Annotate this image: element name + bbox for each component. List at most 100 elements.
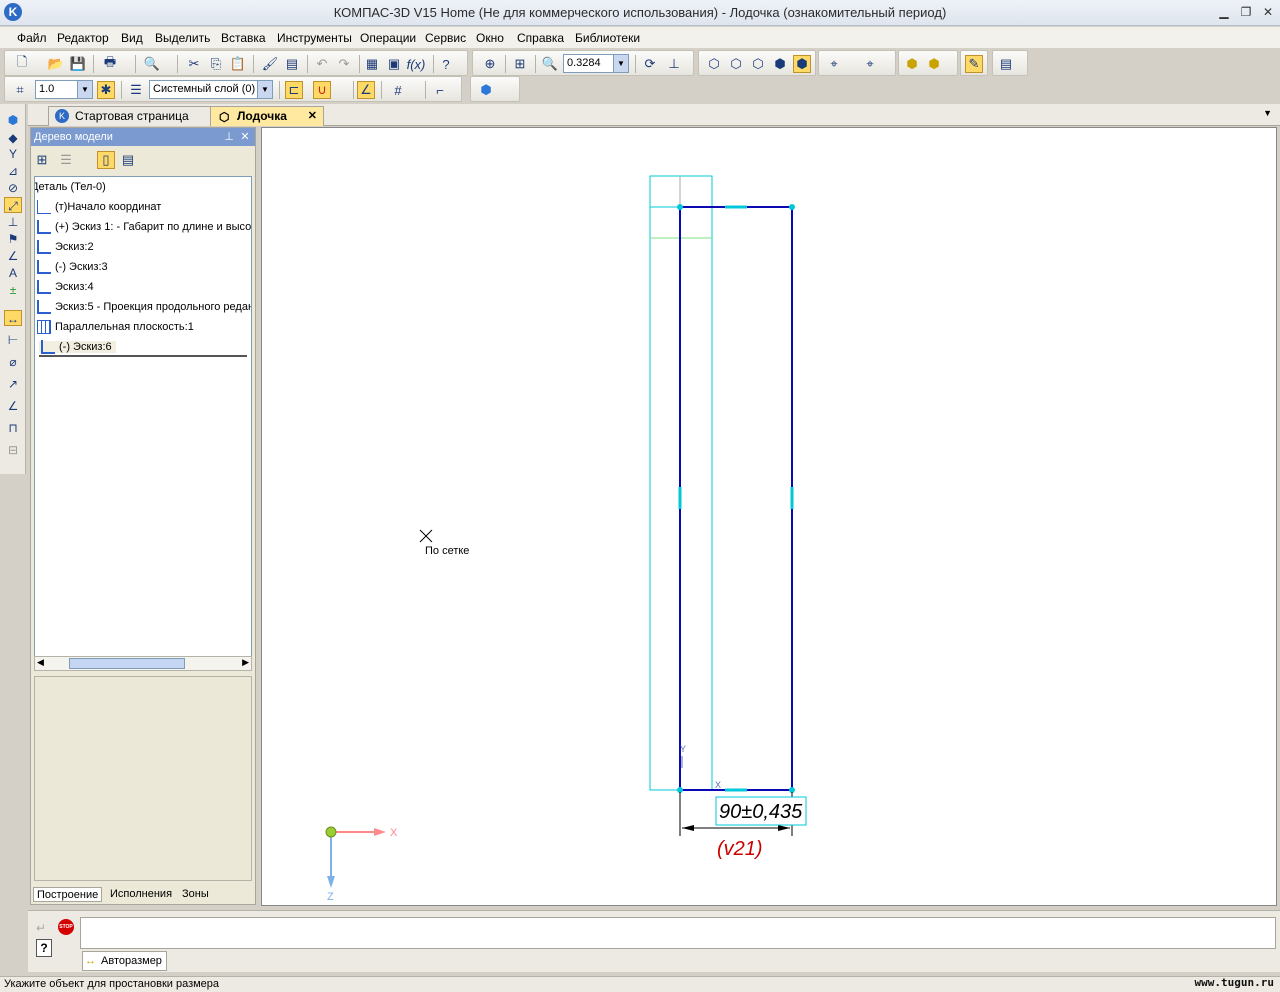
surface-ops-icon[interactable]: ◆ [4, 130, 22, 146]
vertex-point[interactable] [677, 204, 683, 210]
tree-props-icon[interactable]: ▤ [119, 151, 137, 169]
tree-item-origin[interactable]: (т)Начало координат [37, 197, 161, 217]
part-icon[interactable]: ⬢ [903, 55, 921, 73]
layers-icon[interactable]: ☰ [127, 81, 145, 99]
solid-ops-icon[interactable]: ⬢ [4, 112, 22, 128]
minimize-icon[interactable]: ▁ [1216, 5, 1232, 19]
tree-item-sketch3[interactable]: (-) Эскиз:3 [37, 257, 108, 277]
tree-mode-icon[interactable]: ▯ [97, 151, 115, 169]
library-manager-icon[interactable]: ▣ [385, 55, 403, 73]
orientation-icon[interactable]: ⊥ [665, 55, 683, 73]
assembly-icon[interactable]: ⬢ [925, 55, 943, 73]
paste-icon[interactable]: 📋 [229, 55, 247, 73]
help-pointer-icon[interactable]: ? [437, 55, 455, 73]
copy-icon[interactable]: ⎘ [207, 55, 225, 73]
highlight-icon[interactable]: ✎ [965, 55, 983, 73]
selection-icon[interactable]: A [4, 265, 22, 281]
autosize-tool-icon[interactable]: ↔ [4, 310, 22, 326]
wireframe-icon[interactable]: ⬡ [705, 55, 723, 73]
tree-structure-icon[interactable]: ⊞ [33, 151, 51, 169]
zoom-combobox[interactable]: 0.3284 ▼ [563, 54, 629, 73]
tree-item-sketch5[interactable]: Эскиз:5 - Проекция продольного реданa [37, 297, 251, 317]
manager-icon[interactable]: ▦ [363, 55, 381, 73]
scroll-right-icon[interactable]: ▶ [242, 657, 249, 668]
chain-dim-icon[interactable]: ⊟ [4, 442, 22, 458]
menu-service[interactable]: Сервис [425, 31, 466, 45]
redo-icon[interactable]: ↷ [335, 55, 353, 73]
vertex-point[interactable] [789, 204, 795, 210]
tab-construction[interactable]: Построение [33, 887, 103, 902]
sketch-mode-icon[interactable]: ⊏ [285, 81, 303, 99]
tree-item-sketch1[interactable]: (+) Эскиз 1: - Габарит по длине и высоте [37, 217, 251, 237]
preview-icon[interactable]: 🔍 [143, 55, 161, 73]
tree-item-part[interactable]: Деталь (Тел-0) [35, 177, 106, 197]
tab-start-page[interactable]: K Стартовая страница [48, 106, 224, 126]
new-document-icon[interactable]: 🗋 [13, 54, 31, 73]
print-icon[interactable]: 🖶 [101, 54, 119, 73]
tree-item-sketch4[interactable]: Эскиз:4 [37, 277, 94, 297]
properties-icon[interactable]: ▤ [283, 55, 301, 73]
tab-variants[interactable]: Исполнения [107, 887, 175, 902]
enter-icon[interactable]: ↵ [36, 921, 46, 935]
scroll-left-icon[interactable]: ◀ [37, 657, 44, 668]
menu-view[interactable]: Вид [121, 31, 143, 45]
tree-item-sketch6[interactable]: (-) Эскиз:6 [39, 337, 247, 357]
drawing-canvas[interactable]: Y X 90±0,435 (v21) По сетке X Z [261, 127, 1277, 906]
sketch-rectangle[interactable] [679, 206, 793, 791]
hidden-lines-icon[interactable]: ⬡ [727, 55, 745, 73]
layer-combobox[interactable]: Системный слой (0) ▼ [149, 80, 273, 99]
halftone-edges-icon[interactable]: ⬢ [793, 55, 811, 73]
zoom-fit-icon[interactable]: ⊞ [511, 55, 529, 73]
edit-icon[interactable]: ⊥ [4, 214, 22, 230]
chevron-down-icon[interactable]: ▼ [613, 55, 628, 72]
tree-view-icon[interactable]: ☰ [57, 151, 75, 169]
zoom-window-icon[interactable]: ⊕ [481, 55, 499, 73]
zoom-scale-icon[interactable]: 🔍 [541, 55, 559, 73]
ortho-icon[interactable]: ∠ [357, 81, 375, 99]
tab-zones[interactable]: Зоны [179, 887, 212, 902]
angle-dim-icon[interactable]: ∠ [4, 398, 22, 414]
snap-icon[interactable]: ✱ [97, 81, 115, 99]
menu-help[interactable]: Справка [517, 31, 564, 45]
parametrization-icon[interactable]: ⚑ [4, 231, 22, 247]
chevron-down-icon[interactable]: ▼ [77, 81, 92, 98]
radial-dim-icon[interactable]: ↗ [4, 376, 22, 392]
magnet-icon[interactable]: ∪ [313, 81, 331, 99]
menu-tools[interactable]: Инструменты [277, 31, 352, 45]
step-combobox[interactable]: 1.0 ▼ [35, 80, 93, 99]
rotate-icon[interactable]: ⟳ [641, 55, 659, 73]
step-icon[interactable]: ⌗ [11, 81, 29, 99]
array-icon[interactable]: Y [4, 146, 22, 162]
chevron-down-icon[interactable]: ▼ [257, 81, 272, 98]
filter-icon[interactable]: ⌖ [861, 55, 879, 73]
parameters-field[interactable] [80, 917, 1276, 949]
variables-icon[interactable]: f(x) [407, 55, 426, 73]
tree-item-sketch2[interactable]: Эскиз:2 [37, 237, 94, 257]
extrude-icon[interactable]: ⬢ [477, 81, 495, 99]
cut-icon[interactable]: ✂ [185, 55, 203, 73]
menu-edit[interactable]: Редактор [57, 31, 109, 45]
stop-icon[interactable]: STOP [58, 919, 74, 935]
aux-geometry-icon[interactable]: ⊿ [4, 163, 22, 179]
section-icon[interactable]: ⌖ [825, 55, 843, 73]
linear-dim-icon[interactable]: ⊢ [4, 332, 22, 348]
tabs-dropdown-icon[interactable]: ▼ [1263, 108, 1272, 118]
scroll-thumb[interactable] [69, 658, 185, 669]
restore-icon[interactable]: ❐ [1238, 5, 1254, 19]
measure-tools-icon[interactable]: ∠ [4, 248, 22, 264]
menu-libraries[interactable]: Библиотеки [575, 31, 640, 45]
measure-icon[interactable]: ▤ [997, 55, 1015, 73]
local-cs-icon[interactable]: ⌐ [431, 81, 449, 99]
menu-file[interactable]: Файл [17, 31, 47, 45]
grid-icon[interactable]: # [389, 81, 407, 99]
dimensions-icon[interactable]: ⤢ [4, 197, 22, 213]
menu-select[interactable]: Выделить [155, 31, 210, 45]
diameter-dim-icon[interactable]: ⌀ [4, 354, 22, 370]
halftone-icon[interactable]: ⬢ [771, 55, 789, 73]
pin-icon[interactable]: ⊥ [223, 128, 235, 146]
undo-icon[interactable]: ↶ [313, 55, 331, 73]
thin-lines-icon[interactable]: ⬡ [749, 55, 767, 73]
arc-dim-icon[interactable]: ⊓ [4, 420, 22, 436]
question-icon[interactable]: ? [36, 939, 52, 957]
tree-horizontal-scrollbar[interactable]: ◀ ▶ [34, 656, 252, 671]
